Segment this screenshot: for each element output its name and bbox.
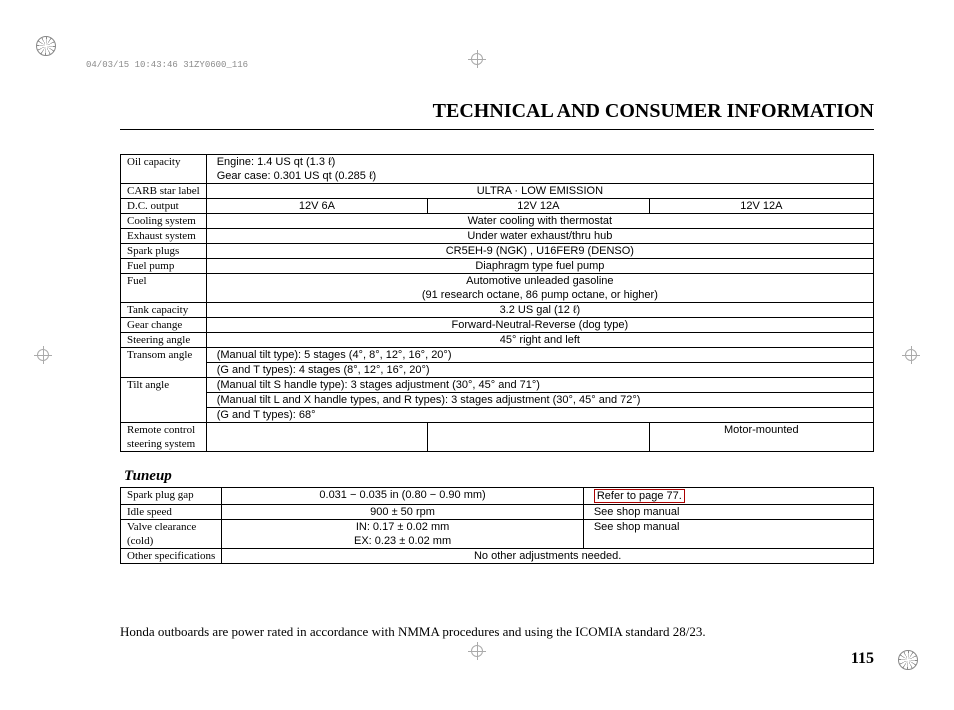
- spec-label: Gear change: [121, 318, 207, 333]
- table-row: Fuel pump Diaphragm type fuel pump: [121, 259, 874, 274]
- table-row: Cooling system Water cooling with thermo…: [121, 214, 874, 229]
- table-row: Gear case: 0.301 US qt (0.285 ℓ): [121, 169, 874, 184]
- table-row: Transom angle (Manual tilt type): 5 stag…: [121, 348, 874, 363]
- tuneup-ref-cell: Refer to page 77.: [583, 488, 873, 505]
- spec-label: Fuel: [121, 274, 207, 303]
- title-rule: [120, 129, 874, 130]
- spec-value: (Manual tilt L and X handle types, and R…: [206, 393, 873, 408]
- spec-value: Water cooling with thermostat: [206, 214, 873, 229]
- table-row: Exhaust system Under water exhaust/thru …: [121, 229, 874, 244]
- spec-value: CR5EH-9 (NGK) , U16FER9 (DENSO): [206, 244, 873, 259]
- table-row: Tank capacity 3.2 US gal (12 ℓ): [121, 303, 874, 318]
- spec-value: 12V 6A: [206, 199, 427, 214]
- spec-value: (Manual tilt S handle type): 3 stages ad…: [206, 378, 873, 393]
- spec-value: (91 research octane, 86 pump octane, or …: [206, 288, 873, 303]
- tuneup-table: Spark plug gap 0.031 − 0.035 in (0.80 − …: [120, 487, 874, 564]
- spec-value: Engine: 1.4 US qt (1.3 ℓ): [206, 155, 873, 170]
- table-row: Spark plugs CR5EH-9 (NGK) , U16FER9 (DEN…: [121, 244, 874, 259]
- spec-label: Tank capacity: [121, 303, 207, 318]
- table-row: (91 research octane, 86 pump octane, or …: [121, 288, 874, 303]
- spec-value: 3.2 US gal (12 ℓ): [206, 303, 873, 318]
- table-row: Other specifications No other adjustment…: [121, 549, 874, 564]
- spec-value: 12V 12A: [428, 199, 649, 214]
- table-row: Spark plug gap 0.031 − 0.035 in (0.80 − …: [121, 488, 874, 505]
- tuneup-ref: See shop manual: [583, 520, 873, 549]
- tuneup-label: Valve clearance: [121, 520, 222, 535]
- spec-label: Cooling system: [121, 214, 207, 229]
- table-row: (G and T types): 68°: [121, 408, 874, 423]
- crosshair-right: [902, 346, 920, 364]
- spec-value: Forward-Neutral-Reverse (dog type): [206, 318, 873, 333]
- table-row: Idle speed 900 ± 50 rpm See shop manual: [121, 505, 874, 520]
- table-row: Remote control Motor-mounted: [121, 423, 874, 438]
- spec-label: Tilt angle: [121, 378, 207, 423]
- spec-value: Motor-mounted: [649, 423, 873, 452]
- spec-label: Oil capacity: [121, 155, 207, 184]
- tuneup-ref: See shop manual: [583, 505, 873, 520]
- page-title: TECHNICAL AND CONSUMER INFORMATION: [120, 100, 874, 123]
- crosshair-left: [34, 346, 52, 364]
- table-row: (G and T types): 4 stages (8°, 12°, 16°,…: [121, 363, 874, 378]
- table-row: Tilt angle (Manual tilt S handle type): …: [121, 378, 874, 393]
- crosshair-bottom: [468, 642, 486, 660]
- crosshair-top: [468, 50, 486, 68]
- spec-value: (G and T types): 68°: [206, 408, 873, 423]
- spec-label: steering system: [121, 437, 207, 452]
- spec-value: 12V 12A: [649, 199, 873, 214]
- spec-value: Under water exhaust/thru hub: [206, 229, 873, 244]
- page-number: 115: [120, 650, 874, 668]
- spec-table: Oil capacity Engine: 1.4 US qt (1.3 ℓ) G…: [120, 154, 874, 452]
- corner-mark-br: [898, 650, 918, 674]
- spec-value: Diaphragm type fuel pump: [206, 259, 873, 274]
- spec-value: [428, 423, 649, 452]
- spec-value: ULTRA · LOW EMISSION: [206, 184, 873, 199]
- spec-value: (G and T types): 4 stages (8°, 12°, 16°,…: [206, 363, 873, 378]
- table-row: Fuel Automotive unleaded gasoline: [121, 274, 874, 289]
- table-row: CARB star label ULTRA · LOW EMISSION: [121, 184, 874, 199]
- spec-value: 45° right and left: [206, 333, 873, 348]
- section-title-tuneup: Tuneup: [124, 468, 874, 485]
- spec-label: Steering angle: [121, 333, 207, 348]
- table-row: D.C. output 12V 6A 12V 12A 12V 12A: [121, 199, 874, 214]
- tuneup-value: 900 ± 50 rpm: [222, 505, 584, 520]
- tuneup-label: (cold): [121, 534, 222, 549]
- tuneup-value: No other adjustments needed.: [222, 549, 874, 564]
- tuneup-value: EX: 0.23 ± 0.02 mm: [222, 534, 584, 549]
- spec-value: Gear case: 0.301 US qt (0.285 ℓ): [206, 169, 873, 184]
- corner-mark-tl: [36, 36, 56, 60]
- spec-label: CARB star label: [121, 184, 207, 199]
- tuneup-label: Other specifications: [121, 549, 222, 564]
- spec-label: Fuel pump: [121, 259, 207, 274]
- table-row: Gear change Forward-Neutral-Reverse (dog…: [121, 318, 874, 333]
- spec-value: [206, 423, 427, 452]
- table-row: (Manual tilt L and X handle types, and R…: [121, 393, 874, 408]
- spec-label: Transom angle: [121, 348, 207, 378]
- tuneup-value: 0.031 − 0.035 in (0.80 − 0.90 mm): [222, 488, 584, 505]
- page-reference-link[interactable]: Refer to page 77.: [594, 489, 685, 503]
- table-row: Valve clearance IN: 0.17 ± 0.02 mm See s…: [121, 520, 874, 535]
- spec-label: D.C. output: [121, 199, 207, 214]
- tuneup-value: IN: 0.17 ± 0.02 mm: [222, 520, 584, 535]
- table-row: Oil capacity Engine: 1.4 US qt (1.3 ℓ): [121, 155, 874, 170]
- table-row: Steering angle 45° right and left: [121, 333, 874, 348]
- footnote-text: Honda outboards are power rated in accor…: [120, 624, 874, 640]
- spec-label: Exhaust system: [121, 229, 207, 244]
- spec-label: Remote control: [121, 423, 207, 438]
- header-stamp: 04/03/15 10:43:46 31ZY0600_116: [86, 60, 248, 70]
- spec-value: (Manual tilt type): 5 stages (4°, 8°, 12…: [206, 348, 873, 363]
- tuneup-label: Spark plug gap: [121, 488, 222, 505]
- spec-label: Spark plugs: [121, 244, 207, 259]
- spec-value: Automotive unleaded gasoline: [206, 274, 873, 289]
- tuneup-label: Idle speed: [121, 505, 222, 520]
